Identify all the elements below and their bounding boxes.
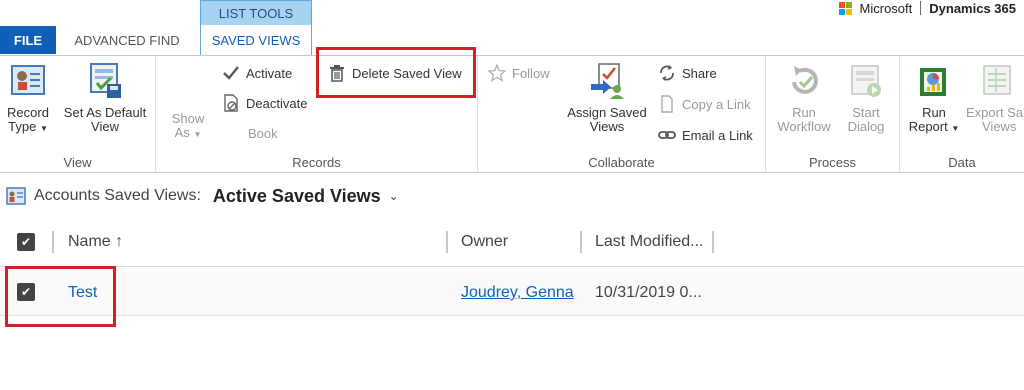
column-separator[interactable] (580, 231, 582, 253)
export-saved-views-button[interactable]: Export Sa Views (966, 62, 1024, 134)
top-bar: FILE ADVANCED FIND LIST TOOLS SAVED VIEW… (0, 0, 1024, 56)
record-type-label-1: Record (7, 105, 49, 120)
record-type-label-2: Type ▼ (8, 120, 48, 136)
start-dialog-icon (851, 65, 881, 97)
grid-header: ✔ Name ↑ Owner Last Modified... (0, 219, 1024, 267)
tab-saved-views[interactable]: SAVED VIEWS (201, 25, 311, 55)
set-default-label-2: View (91, 119, 119, 134)
activate-icon (223, 66, 239, 80)
follow-label: Follow (512, 65, 550, 81)
record-type-button[interactable]: Record Type ▼ (4, 62, 52, 136)
export-label-1: Export Sa (966, 105, 1024, 120)
saved-views-icon (6, 187, 26, 205)
book-button[interactable]: Book (248, 126, 278, 141)
show-as-label-2-text: As (174, 125, 190, 140)
export-icon (983, 65, 1011, 95)
deactivate-icon (224, 94, 238, 112)
run-report-label-2-text: Report (908, 119, 948, 134)
column-header-owner[interactable]: Owner (461, 233, 508, 251)
run-report-button[interactable]: Run Report ▼ (904, 62, 964, 136)
column-separator[interactable] (712, 231, 714, 253)
group-label-collaborate: Collaborate (588, 155, 655, 170)
show-as-label-1: Show (171, 111, 205, 126)
chevron-down-icon: ▼ (39, 124, 48, 133)
start-dialog-button[interactable]: Start Dialog (838, 62, 894, 134)
show-as-label-2: As ▼ (175, 126, 202, 142)
book-label: Book (248, 126, 278, 141)
highlight-box-row (5, 266, 116, 327)
column-separator[interactable] (446, 231, 448, 253)
show-as-button[interactable]: Show As ▼ (168, 112, 208, 142)
chevron-down-icon: ▼ (193, 130, 202, 139)
highlight-box-delete (316, 47, 476, 98)
column-header-last-modified[interactable]: Last Modified... (595, 233, 704, 251)
ribbon: Record Type ▼ Set As Default View View S… (0, 55, 1024, 173)
chevron-down-icon[interactable]: ⌄ (389, 189, 399, 203)
group-label-records: Records (292, 155, 341, 170)
start-dialog-label-2: Dialog (847, 119, 885, 134)
share-label: Share (682, 65, 717, 81)
share-icon (660, 65, 674, 81)
ribbon-group-view: Record Type ▼ Set As Default View View (0, 56, 156, 172)
follow-button[interactable]: Follow (488, 64, 550, 82)
run-workflow-label-2: Workflow (777, 119, 831, 134)
set-default-view-icon (90, 63, 121, 98)
brand-company: Microsoft (859, 0, 913, 16)
run-report-label-1: Run (922, 105, 946, 120)
deactivate-label: Deactivate (246, 95, 308, 111)
run-workflow-button[interactable]: Run Workflow (772, 62, 836, 134)
record-type-label-2-text: Type (8, 119, 37, 134)
entity-label: Accounts Saved Views: (34, 187, 201, 204)
copy-link-label: Copy a Link (682, 96, 751, 112)
run-report-label-2: Report ▼ (909, 120, 960, 136)
brand-divider (920, 1, 922, 15)
view-header: Accounts Saved Views: Active Saved Views… (0, 176, 1024, 216)
assign-label-2: Views (589, 119, 625, 134)
column-header-name[interactable]: Name ↑ (68, 233, 123, 251)
email-link-button[interactable]: Email a Link (658, 126, 753, 144)
microsoft-logo-icon (838, 1, 852, 15)
email-link-icon (658, 131, 676, 139)
view-selector[interactable]: Active Saved Views (213, 186, 381, 207)
row-owner-link[interactable]: Joudrey, Genna (461, 284, 574, 302)
brand-product: Dynamics 365 (929, 0, 1016, 16)
record-type-icon (11, 65, 45, 95)
email-link-label: Email a Link (682, 127, 753, 143)
run-workflow-label-1: Run (792, 105, 816, 120)
run-workflow-icon (792, 66, 818, 94)
list-tools-label: LIST TOOLS (201, 1, 311, 25)
list-tools-context-group: LIST TOOLS SAVED VIEWS (200, 0, 312, 55)
start-dialog-label-1: Start (852, 105, 880, 120)
group-label-process: Process (809, 155, 856, 170)
assign-label-1: Assign Saved (567, 105, 647, 120)
export-label-2: Views (982, 119, 1017, 134)
table-row[interactable]: ✔ Test Joudrey, Genna 10/31/2019 0... (0, 268, 1024, 316)
copy-link-icon (661, 95, 673, 113)
set-default-view-button[interactable]: Set As Default View (58, 62, 152, 134)
group-label-data: Data (948, 155, 976, 170)
ribbon-group-data: Run Report ▼ Export Sa Views Data (900, 56, 1024, 172)
brand: Microsoft Dynamics 365 (838, 0, 1016, 16)
column-separator[interactable] (52, 231, 54, 253)
follow-icon (488, 64, 506, 82)
tab-file[interactable]: FILE (0, 26, 56, 54)
assign-icon (591, 63, 624, 99)
share-button[interactable]: Share (658, 64, 717, 82)
deactivate-button[interactable]: Deactivate (222, 94, 307, 112)
ribbon-group-collaborate: Follow Assign Saved Views Share Copy a L… (478, 56, 766, 172)
assign-saved-views-button[interactable]: Assign Saved Views (562, 62, 652, 134)
set-default-label-1: Set As Default (63, 105, 147, 120)
run-report-icon (920, 68, 946, 96)
group-label-view: View (63, 155, 92, 170)
activate-label: Activate (246, 65, 293, 81)
ribbon-group-process: Run Workflow Start Dialog Process (766, 56, 900, 172)
copy-link-button[interactable]: Copy a Link (658, 95, 751, 113)
select-all-checkbox[interactable]: ✔ (17, 233, 35, 251)
activate-button[interactable]: Activate (222, 64, 292, 82)
row-last-modified: 10/31/2019 0... (595, 284, 702, 301)
chevron-down-icon: ▼ (951, 124, 960, 133)
tab-advanced-find[interactable]: ADVANCED FIND (62, 26, 192, 54)
